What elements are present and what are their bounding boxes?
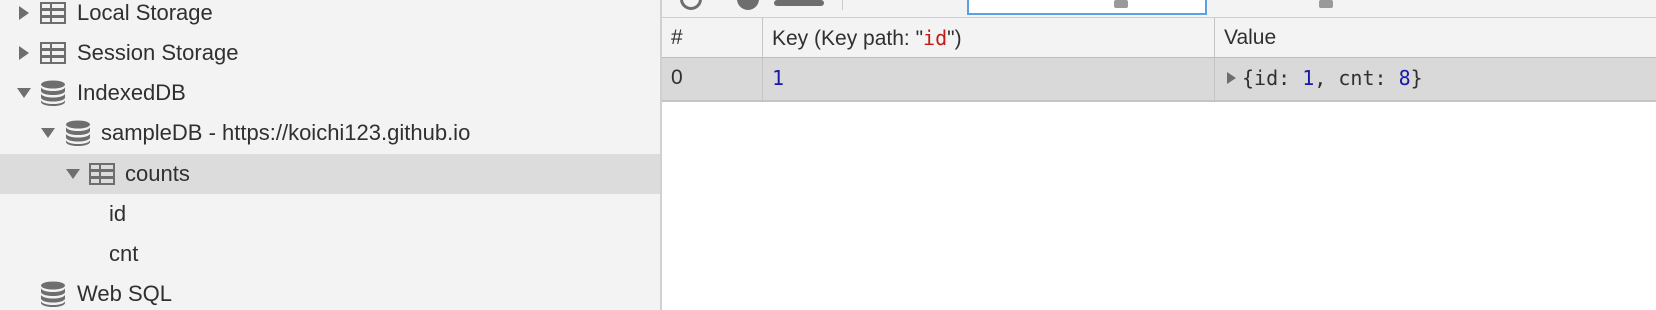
table-grid-icon <box>40 42 66 64</box>
tree-item-label: id <box>109 201 127 226</box>
column-header-index[interactable]: # <box>662 18 763 57</box>
object-comma: , <box>1314 66 1339 90</box>
devtools-application-panel: Local Storage Session Storage IndexedDB <box>0 0 1656 310</box>
tree-item-label: IndexedDB <box>77 80 186 105</box>
object-property-value: 8 <box>1398 66 1411 90</box>
database-icon <box>41 80 65 106</box>
database-icon <box>66 120 90 146</box>
tree-item-counts[interactable]: counts <box>0 154 660 194</box>
start-from-key-input[interactable] <box>967 0 1207 15</box>
clear-icon[interactable] <box>737 0 759 10</box>
expand-arrow-icon[interactable] <box>16 0 32 33</box>
object-store-toolbar <box>662 0 1656 18</box>
row-key-cell: 1 <box>763 58 1215 100</box>
row-index-cell: 0 <box>662 58 763 100</box>
toolbar-text-fragment <box>1319 0 1333 8</box>
object-colon: : <box>1374 66 1399 90</box>
table-grid-icon <box>89 163 115 185</box>
tree-item-label: counts <box>125 161 190 186</box>
tree-item-indexeddb[interactable]: IndexedDB <box>0 73 660 113</box>
tree-item-index-id[interactable]: id <box>0 194 660 234</box>
object-property-value: 1 <box>1302 66 1315 90</box>
column-header-label: Key (Key path: " <box>772 27 924 50</box>
tree-item-label: Session Storage <box>77 40 239 65</box>
object-property-name: cnt <box>1338 66 1375 90</box>
tree-item-label: Local Storage <box>77 0 213 25</box>
database-icon <box>41 281 65 307</box>
column-header-label: # <box>671 26 683 49</box>
object-property-name: id <box>1254 66 1279 90</box>
tree-item-label: cnt <box>109 241 139 266</box>
object-brace: } <box>1410 66 1423 90</box>
column-header-value[interactable]: Value <box>1215 18 1656 57</box>
tree-item-local-storage[interactable]: Local Storage <box>0 0 660 33</box>
tree-item-index-cnt[interactable]: cnt <box>0 234 660 274</box>
row-key-value: 1 <box>772 66 785 90</box>
table-grid-icon <box>40 2 66 24</box>
collapse-arrow-icon[interactable] <box>40 113 56 153</box>
data-grid-header: # Key (Key path: "id") Value <box>662 18 1656 58</box>
collapse-arrow-icon[interactable] <box>16 73 32 113</box>
toolbar-separator <box>842 0 843 10</box>
tree-item-label: Web SQL <box>77 281 172 306</box>
toolbar-button[interactable] <box>774 0 824 6</box>
object-brace: { <box>1242 66 1255 90</box>
expand-arrow-icon[interactable] <box>16 33 32 73</box>
row-value-cell: {id: 1, cnt: 8} <box>1215 58 1656 100</box>
input-text-fragment <box>1114 0 1128 8</box>
expand-object-icon[interactable] <box>1227 71 1236 84</box>
tree-item-sampledb[interactable]: sampleDB - https://koichi123.github.io <box>0 113 660 153</box>
refresh-icon[interactable] <box>680 0 702 10</box>
row-index: 0 <box>671 66 683 89</box>
tree-item-label: sampleDB - https://koichi123.github.io <box>101 120 471 145</box>
collapse-arrow-icon[interactable] <box>65 154 81 194</box>
key-path-value: id <box>923 26 948 50</box>
object-store-view: # Key (Key path: "id") Value 0 1 {id: 1,… <box>662 0 1656 310</box>
data-grid-empty-area <box>662 102 1656 310</box>
object-colon: : <box>1278 66 1303 90</box>
tree-item-session-storage[interactable]: Session Storage <box>0 33 660 73</box>
column-header-key[interactable]: Key (Key path: "id") <box>763 18 1215 57</box>
column-header-label: Value <box>1224 26 1277 49</box>
column-header-label-suffix: ") <box>947 27 962 50</box>
storage-tree: Local Storage Session Storage IndexedDB <box>0 0 660 310</box>
tree-item-web-sql[interactable]: Web SQL <box>0 274 660 310</box>
table-row[interactable]: 0 1 {id: 1, cnt: 8} <box>662 58 1656 102</box>
